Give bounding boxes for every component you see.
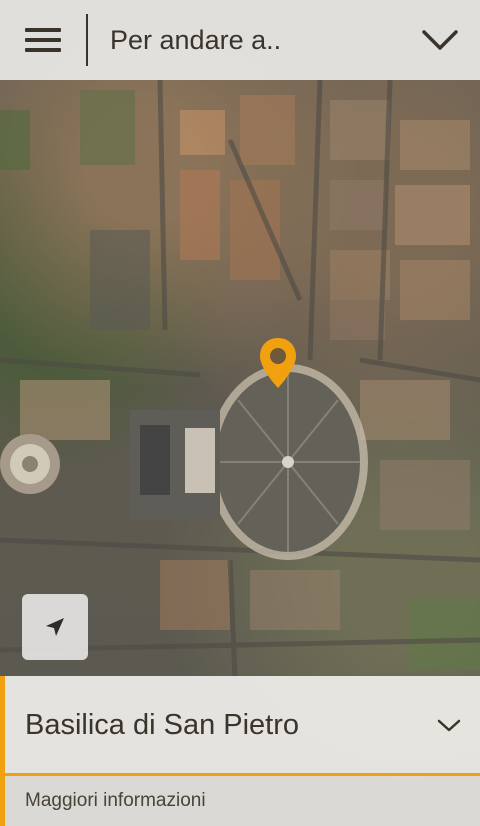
locate-me-button[interactable] bbox=[22, 594, 88, 660]
place-title: Basilica di San Pietro bbox=[25, 708, 300, 741]
place-panel: Basilica di San Pietro Maggiori informaz… bbox=[0, 676, 480, 826]
top-bar: Per andare a.. bbox=[0, 0, 480, 80]
hamburger-menu-icon bbox=[25, 28, 61, 52]
navigation-arrow-icon bbox=[46, 618, 64, 636]
destination-dropdown[interactable]: Per andare a.. bbox=[88, 0, 480, 80]
location-pin-icon[interactable] bbox=[258, 336, 298, 390]
more-info-link[interactable]: Maggiori informazioni bbox=[0, 776, 480, 826]
more-info-label: Maggiori informazioni bbox=[25, 790, 206, 811]
chevron-down-icon bbox=[437, 719, 461, 732]
chevron-down-icon bbox=[422, 30, 458, 50]
destination-dropdown-label: Per andare a.. bbox=[110, 24, 282, 55]
place-panel-header[interactable]: Basilica di San Pietro bbox=[0, 676, 480, 774]
menu-button[interactable] bbox=[0, 0, 86, 80]
